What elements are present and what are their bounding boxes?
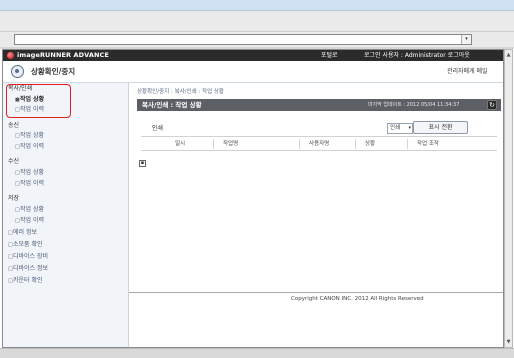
sidebar-category-receive: 수신 bbox=[8, 158, 20, 165]
sidebar-category-send: 송신 bbox=[8, 122, 20, 129]
sidebar-item-error-info[interactable]: □에러 정보 bbox=[3, 228, 129, 238]
column-header-job-name: 작업명 bbox=[223, 141, 239, 147]
page-subheader: 상황확인/중지 관리자메게 메일 bbox=[3, 61, 503, 83]
column-divider bbox=[407, 139, 408, 149]
sidebar-item-send-job-history[interactable]: □작업 이력 bbox=[3, 142, 129, 152]
refresh-icon: ↻ bbox=[489, 101, 495, 109]
sidebar-category-store: 저장 bbox=[8, 195, 20, 202]
chevron-down-icon: ▾ bbox=[408, 125, 411, 131]
job-type-select-value: 인쇄 bbox=[390, 125, 401, 131]
display-toggle-button[interactable]: 표시 전환 bbox=[413, 121, 468, 134]
scroll-down-icon[interactable]: ▼ bbox=[505, 338, 512, 346]
highlight-box bbox=[6, 84, 71, 118]
sidebar: 복사/인쇄 ■작업 상황 □작업 이력 송신 □작업 상황 □작업 이력 수신 … bbox=[3, 83, 129, 347]
section-header: 복사/인쇄 : 작업 상황 마지막 업데이트 : 2012 05/04 11:3… bbox=[137, 99, 501, 111]
sidebar-item-device-equipment[interactable]: □디바이스 장비 bbox=[3, 252, 129, 262]
copyright-text: Copyright CANON INC. 2012 All Rights Res… bbox=[291, 296, 424, 302]
last-update-timestamp: 마지막 업데이트 : 2012 05/04 11:34:37 bbox=[368, 102, 460, 108]
sidebar-item-receive-job-status[interactable]: □작업 상황 bbox=[3, 168, 129, 178]
browser-toolbar bbox=[0, 11, 514, 32]
refresh-button[interactable]: ↻ bbox=[487, 100, 497, 110]
expand-toggle[interactable]: ▪ bbox=[139, 160, 146, 167]
square-icon: ▪ bbox=[140, 160, 145, 166]
sidebar-item-store-job-status[interactable]: □작업 상황 bbox=[3, 205, 129, 215]
sidebar-item-device-info[interactable]: □디바이스 정보 bbox=[3, 264, 129, 274]
footer-divider bbox=[129, 292, 503, 293]
column-header-datetime: 일시 bbox=[175, 141, 186, 147]
page-title: 상황확인/중지 bbox=[31, 67, 76, 76]
brand-name: imageRUNNER ADVANCE bbox=[17, 51, 109, 59]
portal-link[interactable]: 포털로 bbox=[321, 51, 338, 60]
job-type-select[interactable]: 인쇄 ▾ bbox=[387, 123, 413, 134]
top-header: imageRUNNER ADVANCE 포털로 로그인 사용자 : Admini… bbox=[3, 50, 503, 61]
sidebar-item-consumables[interactable]: □소모품 확인 bbox=[3, 240, 129, 250]
sidebar-item-counter-check[interactable]: □카운터 확인 bbox=[3, 276, 129, 286]
address-dropdown-button[interactable]: ▾ bbox=[461, 35, 471, 44]
column-divider bbox=[299, 139, 300, 149]
page-viewport: imageRUNNER ADVANCE 포털로 로그인 사용자 : Admini… bbox=[2, 49, 504, 348]
address-bar[interactable]: ▾ bbox=[14, 34, 472, 45]
section-title: 복사/인쇄 : 작업 상황 bbox=[142, 101, 202, 109]
column-header-job-operation: 작업 조작 bbox=[417, 141, 439, 147]
browser-status-bar bbox=[0, 348, 514, 358]
page-scrollbar[interactable]: ▲ ▼ bbox=[504, 49, 513, 348]
breadcrumb: 상황확인/중지 : 복사/인쇄 : 작업 상황 bbox=[137, 89, 224, 95]
sidebar-item-store-job-history[interactable]: □작업 이력 bbox=[3, 216, 129, 226]
admin-mail-link[interactable]: 관리자메게 메일 bbox=[447, 67, 488, 76]
user-info-logout[interactable]: 로그인 사용자 : Administrator 로그아웃 bbox=[364, 51, 470, 60]
print-label: 인쇄 bbox=[152, 125, 164, 132]
status-monitor-icon bbox=[11, 65, 24, 78]
column-divider bbox=[355, 139, 356, 149]
chevron-down-icon: ▾ bbox=[465, 36, 468, 42]
column-divider bbox=[213, 139, 214, 149]
sidebar-item-receive-job-history[interactable]: □작업 이력 bbox=[3, 179, 129, 189]
sidebar-item-send-job-status[interactable]: □작업 상황 bbox=[3, 131, 129, 141]
browser-titlebar bbox=[0, 0, 514, 11]
column-header-status: 상황 bbox=[365, 141, 376, 147]
canon-logo-icon bbox=[7, 52, 14, 59]
scroll-up-icon[interactable]: ▲ bbox=[505, 51, 512, 59]
column-header-user-name: 사용자명 bbox=[309, 141, 330, 147]
job-table-header: 일시 작업명 사용자명 상황 작업 조작 bbox=[141, 136, 497, 151]
